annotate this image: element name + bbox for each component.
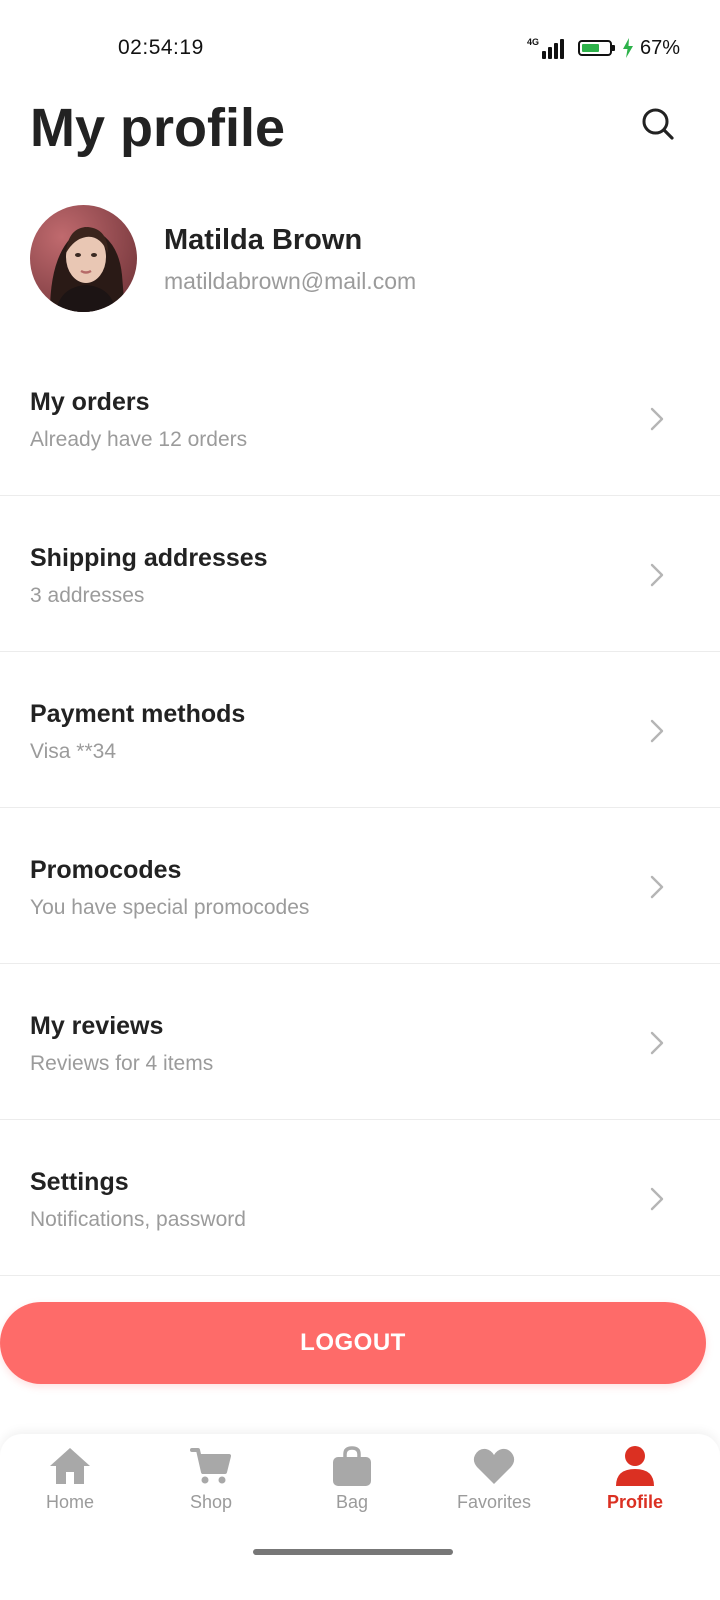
charging-bolt-icon xyxy=(622,38,633,58)
status-indicators: 4G 67% xyxy=(527,36,680,60)
menu-item-my-orders[interactable]: My orders Already have 12 orders xyxy=(0,340,720,496)
chevron-right-icon xyxy=(650,1187,664,1211)
menu-item-settings[interactable]: Settings Notifications, password xyxy=(0,1120,720,1276)
menu-item-title: Shipping addresses xyxy=(30,544,268,572)
page-title: My profile xyxy=(30,98,286,158)
nav-item-profile[interactable]: Profile xyxy=(575,1444,695,1524)
nav-item-shop[interactable]: Shop xyxy=(151,1444,271,1524)
nav-item-favorites[interactable]: Favorites xyxy=(434,1444,554,1524)
battery-percent: 67% xyxy=(639,36,680,59)
menu-item-subtitle: 3 addresses xyxy=(30,584,145,607)
nav-label: Profile xyxy=(606,1492,663,1512)
menu-item-title: My reviews xyxy=(30,1012,164,1040)
home-indicator[interactable] xyxy=(253,1549,453,1555)
avatar-image xyxy=(30,205,137,312)
status-time: 02:54:19 xyxy=(118,36,204,59)
person-icon xyxy=(611,1444,659,1488)
battery-level xyxy=(581,44,599,52)
chevron-right-icon xyxy=(650,563,664,587)
search-button[interactable] xyxy=(636,102,680,146)
chevron-right-icon xyxy=(650,719,664,743)
bag-icon xyxy=(328,1444,376,1488)
cart-icon xyxy=(187,1444,235,1488)
menu-item-title: Payment methods xyxy=(30,700,246,728)
nav-item-bag[interactable]: Bag xyxy=(292,1444,412,1524)
search-icon xyxy=(642,108,674,140)
menu-item-subtitle: Reviews for 4 items xyxy=(30,1052,214,1075)
battery-icon xyxy=(577,40,615,56)
network-type: 4G xyxy=(526,37,539,47)
avatar[interactable] xyxy=(30,205,137,312)
status-bar: 02:54:19 4G 67% xyxy=(0,0,720,96)
chevron-right-icon xyxy=(650,1031,664,1055)
profile-name: Matilda Brown xyxy=(164,224,363,256)
nav-label: Bag xyxy=(335,1492,369,1512)
menu-item-subtitle: You have special promocodes xyxy=(30,896,310,919)
menu-item-title: Promocodes xyxy=(30,856,182,884)
menu-item-payment-methods[interactable]: Payment methods Visa **34 xyxy=(0,652,720,808)
home-icon xyxy=(46,1444,94,1488)
chevron-right-icon xyxy=(650,407,664,431)
bottom-nav: Home Shop Bag Favorites Profile xyxy=(0,1434,720,1600)
menu-item-subtitle: Notifications, password xyxy=(30,1208,246,1231)
menu-item-title: My orders xyxy=(30,388,150,416)
menu-item-subtitle: Visa **34 xyxy=(30,740,117,763)
chevron-right-icon xyxy=(650,875,664,899)
menu-item-my-reviews[interactable]: My reviews Reviews for 4 items xyxy=(0,964,720,1120)
nav-label: Home xyxy=(45,1492,94,1512)
signal-icon: 4G xyxy=(527,37,564,59)
nav-label: Favorites xyxy=(456,1492,532,1512)
menu-item-title: Settings xyxy=(30,1168,129,1196)
menu-item-subtitle: Already have 12 orders xyxy=(30,428,248,451)
menu-item-promocodes[interactable]: Promocodes You have special promocodes xyxy=(0,808,720,964)
heart-icon xyxy=(470,1444,518,1488)
menu-item-shipping-addresses[interactable]: Shipping addresses 3 addresses xyxy=(0,496,720,652)
nav-label: Shop xyxy=(189,1492,233,1512)
nav-item-home[interactable]: Home xyxy=(10,1444,130,1524)
profile-email: matildabrown@mail.com xyxy=(164,268,417,294)
profile-screen: 02:54:19 4G 67% My profile Matilda Brown… xyxy=(0,0,720,1600)
profile-menu: My orders Already have 12 orders Shippin… xyxy=(0,340,720,1276)
logout-button[interactable]: LOGOUT xyxy=(0,1302,706,1384)
